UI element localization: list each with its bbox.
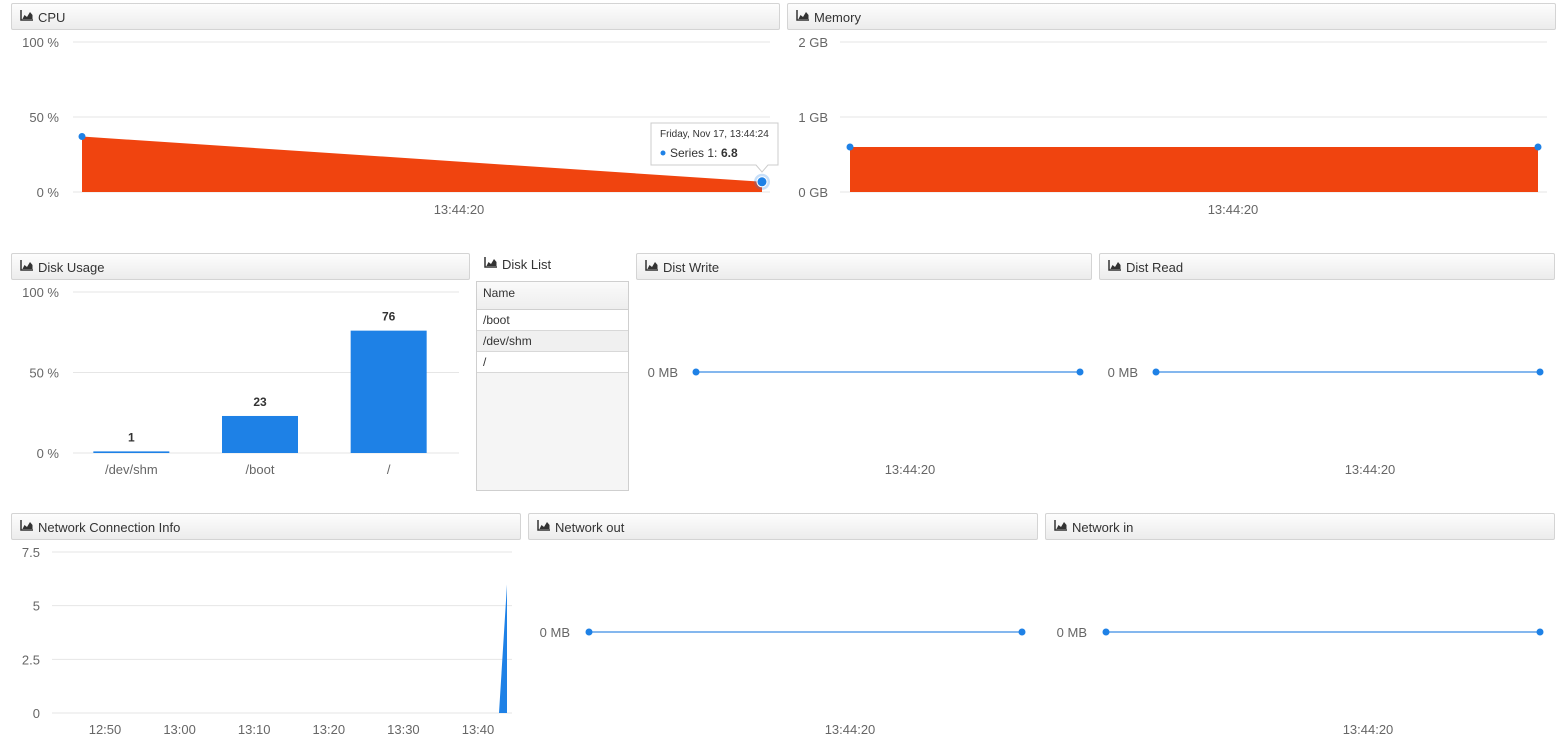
disk-write-chart[interactable]: 0 MB 13:44:20 — [630, 280, 1095, 480]
bar — [222, 415, 298, 453]
area-chart-icon — [20, 514, 34, 539]
y-tick-label: 7.5 — [22, 545, 40, 560]
x-tick-label: 13:44:20 — [825, 722, 876, 737]
y-tick-label: 0 — [33, 706, 40, 721]
panel-title: Network out — [555, 520, 625, 536]
y-tick-label: 2 GB — [798, 35, 828, 50]
data-point — [1536, 368, 1544, 376]
data-point — [78, 133, 86, 140]
network-in-panel-header: Network in — [1045, 513, 1555, 540]
panel-title: Disk Usage — [38, 260, 105, 276]
data-point — [1536, 628, 1544, 636]
network-connection-panel-header: Network Connection Info — [11, 513, 521, 540]
tooltip-marker — [660, 150, 666, 156]
y-tick-label: 100 % — [22, 35, 59, 50]
network-connection-chart[interactable]: 0 2.5 5 7.5 12:50 13:00 13:10 13:20 13:30 13:40 — [0, 540, 522, 753]
panel-title: Dist Write — [663, 260, 720, 276]
y-tick-label: 0 MB — [648, 365, 678, 380]
data-label: 23 — [253, 395, 267, 409]
data-point — [692, 368, 700, 376]
x-tick-label: 13:00 — [163, 722, 196, 737]
disk-usage-chart[interactable]: 0 % 50 % 100 % 1/dev/shm 23/boot 76 / — [0, 280, 470, 480]
y-tick-label: 50 % — [29, 366, 59, 381]
network-out-panel-header: Network out — [528, 513, 1038, 540]
panel-title: Disk List — [502, 257, 552, 272]
table-row[interactable]: /boot — [477, 310, 628, 331]
panel-title: CPU — [38, 10, 66, 26]
x-tick-label: 13:44:20 — [885, 462, 936, 477]
panel-title: Network in — [1072, 520, 1134, 536]
panel-title: Dist Read — [1126, 260, 1184, 276]
table-row[interactable]: /dev/shm — [477, 331, 628, 352]
bar — [350, 330, 427, 453]
cpu-panel-header: CPU — [11, 3, 780, 30]
x-tick-label: / — [387, 462, 391, 477]
data-point — [1102, 628, 1110, 636]
memory-panel-header: Memory — [787, 3, 1556, 30]
x-tick-label: 13:30 — [387, 722, 420, 737]
y-tick-label: 0 % — [37, 185, 60, 200]
panel-title: Memory — [814, 10, 861, 26]
x-tick-label: 13:20 — [313, 722, 346, 737]
data-point — [1534, 143, 1542, 151]
memory-chart[interactable]: 0 GB 1 GB 2 GB 13:44:20 — [780, 30, 1561, 225]
data-label: 76 — [382, 310, 396, 324]
table-row[interactable]: / — [477, 352, 628, 373]
network-in-chart[interactable]: 0 MB 13:44:20 — [1042, 540, 1561, 753]
area-chart-icon — [796, 4, 810, 29]
data-point — [756, 176, 768, 188]
disk-usage-panel-header: Disk Usage — [11, 253, 470, 280]
area-chart-icon — [1054, 514, 1068, 539]
x-tick-label: 13:10 — [238, 722, 271, 737]
area-chart-icon — [1108, 254, 1122, 279]
network-out-chart[interactable]: 0 MB 13:44:20 — [522, 540, 1042, 753]
data-point — [1076, 368, 1084, 376]
area-chart-icon — [537, 514, 551, 539]
area-chart-icon — [645, 254, 659, 279]
x-tick-label: 13:40 — [462, 722, 495, 737]
column-header-name[interactable]: Name — [477, 282, 628, 310]
y-tick-label: 0 % — [37, 446, 60, 461]
y-tick-label: 50 % — [29, 110, 59, 125]
tooltip-date: Friday, Nov 17, 13:44:24 — [660, 129, 769, 140]
x-tick-label: 12:50 — [89, 722, 122, 737]
area-chart-icon — [484, 254, 498, 274]
memory-area — [850, 147, 1538, 192]
data-point — [585, 628, 593, 636]
bar — [93, 451, 170, 453]
y-tick-label: 0 MB — [540, 625, 570, 640]
disk-list-title: Disk List — [484, 255, 551, 275]
disk-read-chart[interactable]: 0 MB 13:44:20 — [1095, 280, 1561, 480]
y-tick-label: 0 MB — [1108, 365, 1138, 380]
y-tick-label: 1 GB — [798, 110, 828, 125]
x-tick-label: /boot — [246, 462, 275, 477]
connection-area — [499, 584, 507, 713]
tooltip-value: 6.8 — [721, 146, 738, 160]
x-tick-label: 13:44:20 — [1343, 722, 1394, 737]
tooltip-series: Series 1: — [670, 146, 717, 160]
disk-list-table: Name /boot /dev/shm / — [476, 281, 629, 491]
data-point — [1018, 628, 1026, 636]
area-chart-icon — [20, 4, 34, 29]
x-tick-label: 13:44:20 — [1345, 462, 1396, 477]
data-point — [1152, 368, 1160, 376]
cpu-chart[interactable]: 0 % 50 % 100 % 13:44:20 Friday, Nov 17, 13:4… — [0, 30, 780, 225]
y-tick-label: 0 MB — [1057, 625, 1087, 640]
panel-title: Network Connection Info — [38, 520, 181, 536]
data-point — [846, 143, 854, 151]
y-tick-label: 100 % — [22, 285, 59, 300]
disk-read-panel-header: Dist Read — [1099, 253, 1555, 280]
y-tick-label: 5 — [33, 599, 40, 614]
x-tick-label: 13:44:20 — [1208, 202, 1259, 217]
y-tick-label: 0 GB — [798, 185, 828, 200]
disk-write-panel-header: Dist Write — [636, 253, 1092, 280]
y-tick-label: 2.5 — [22, 652, 40, 667]
data-label: 1 — [128, 430, 135, 444]
x-tick-label: /dev/shm — [105, 462, 158, 477]
area-chart-icon — [20, 254, 34, 279]
x-tick-label: 13:44:20 — [434, 202, 485, 217]
